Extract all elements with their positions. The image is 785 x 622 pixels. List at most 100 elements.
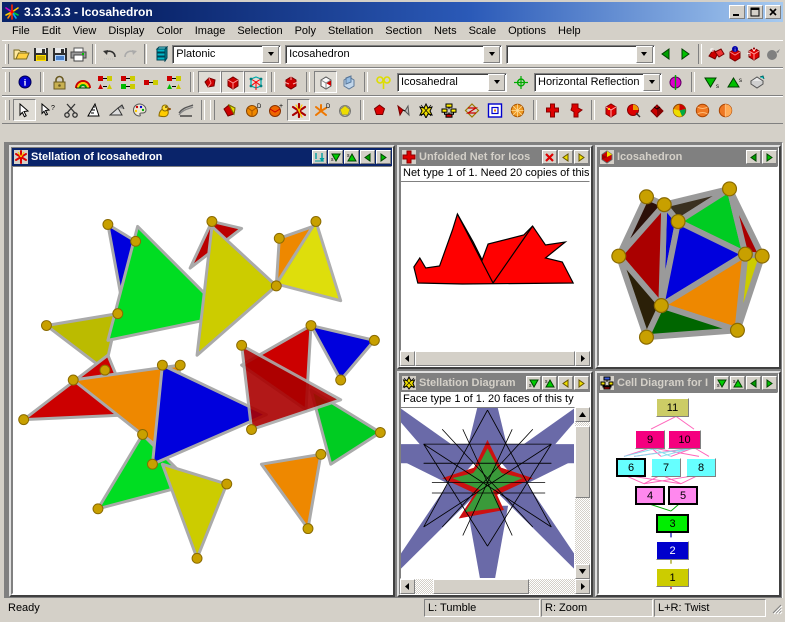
- scroll-thumb[interactable]: [433, 579, 529, 594]
- polyhedron-category-combo[interactable]: Platonic: [172, 44, 282, 64]
- close-button[interactable]: [765, 5, 781, 19]
- stellation-diagram-graphic[interactable]: [401, 408, 574, 578]
- green-down-triangle-s-icon[interactable]: s: [699, 71, 722, 93]
- next-model-button[interactable]: [676, 43, 695, 65]
- scissors-icon[interactable]: [59, 99, 82, 121]
- minimize-button[interactable]: [729, 5, 745, 19]
- color-map-1-icon[interactable]: [94, 71, 117, 93]
- vertex-figure-icon[interactable]: [391, 99, 414, 121]
- prev-button[interactable]: [360, 150, 375, 164]
- cell-diagram-panel[interactable]: Cell Diagram for I s s 11 9 10 6 7 8 4 5…: [595, 371, 781, 597]
- red-cell-icon[interactable]: [279, 71, 302, 93]
- prev-button[interactable]: [746, 376, 761, 390]
- stellation-viewport[interactable]: [12, 166, 392, 594]
- stellation-panel[interactable]: Stellation of Icosahedron s s: [9, 145, 395, 597]
- padlock-icon[interactable]: [48, 71, 71, 93]
- compound-button[interactable]: [745, 43, 764, 65]
- prev-poly-button[interactable]: [746, 150, 761, 164]
- stellation-diagram-panel[interactable]: Stellation Diagram s s Face type 1 of 1.…: [397, 371, 593, 597]
- blue-square-box-icon[interactable]: [483, 99, 506, 121]
- maximize-button[interactable]: [747, 5, 763, 19]
- paint-can-icon[interactable]: [745, 71, 768, 93]
- icosahedron-3d-model[interactable]: [599, 167, 777, 365]
- next-diagram-button[interactable]: [574, 376, 589, 390]
- stellation-diagram-horizontal-scrollbar[interactable]: [400, 579, 590, 594]
- cell-node[interactable]: 7: [651, 458, 681, 477]
- next-cell-button[interactable]: s: [344, 150, 359, 164]
- scroll-left-button[interactable]: [400, 579, 415, 594]
- cyan-wireframe-cube-icon[interactable]: [244, 71, 267, 93]
- menu-item-display[interactable]: Display: [102, 24, 150, 38]
- toolbar-grip[interactable]: [210, 100, 215, 120]
- orange-ball-icon[interactable]: [691, 99, 714, 121]
- orange-ball-2-icon[interactable]: [714, 99, 737, 121]
- cell-node[interactable]: 9: [635, 430, 665, 449]
- prev-cell-button[interactable]: s: [714, 376, 729, 390]
- yellow-facet-icon[interactable]: [333, 99, 356, 121]
- cell-node[interactable]: 4: [635, 486, 665, 505]
- yellow-symmetry-icon[interactable]: [372, 71, 395, 93]
- scroll-up-button[interactable]: [575, 407, 590, 422]
- reset-view-button[interactable]: [312, 150, 327, 164]
- menu-item-color[interactable]: Color: [150, 24, 188, 38]
- next-cell-button[interactable]: s: [730, 376, 745, 390]
- scroll-track[interactable]: [575, 422, 590, 564]
- next-poly-button[interactable]: [762, 150, 777, 164]
- cell-node[interactable]: 2: [656, 541, 689, 560]
- scroll-track[interactable]: [415, 351, 575, 366]
- chevron-down-icon[interactable]: [483, 45, 501, 63]
- cell-node[interactable]: 6: [616, 458, 646, 477]
- red-yellow-poly-icon[interactable]: [218, 99, 241, 121]
- orange-poly-plus-icon[interactable]: +: [264, 99, 287, 121]
- cell-node[interactable]: 10: [668, 430, 701, 449]
- menu-item-poly[interactable]: Poly: [289, 24, 322, 38]
- close-panel-button[interactable]: [542, 150, 557, 164]
- faceting-button[interactable]: [706, 43, 726, 65]
- red-blob-icon[interactable]: [198, 71, 221, 93]
- orange-star-d-icon[interactable]: D: [310, 99, 333, 121]
- info-button[interactable]: i: [13, 71, 36, 93]
- polyhedron-model-combo[interactable]: Icosahedron: [285, 44, 503, 64]
- icosahedron-viewport[interactable]: [598, 166, 778, 366]
- print-button[interactable]: [69, 43, 88, 65]
- red-cube-icon[interactable]: [221, 71, 244, 93]
- net-horizontal-scrollbar[interactable]: [400, 351, 590, 366]
- red-star-stellation-icon[interactable]: [287, 99, 310, 121]
- menu-item-view[interactable]: View: [67, 24, 103, 38]
- menu-item-nets[interactable]: Nets: [428, 24, 463, 38]
- scroll-down-button[interactable]: [575, 564, 590, 579]
- chevron-down-icon[interactable]: [262, 45, 280, 63]
- orange-sphere-icon[interactable]: [506, 99, 529, 121]
- cell-node[interactable]: 11: [656, 398, 689, 417]
- palette-icon[interactable]: [128, 99, 151, 121]
- arrow-cursor-icon[interactable]: [13, 99, 36, 121]
- cell-node[interactable]: 1: [656, 568, 689, 587]
- red-folding-net-icon[interactable]: [564, 99, 587, 121]
- prev-diagram-button[interactable]: [558, 376, 573, 390]
- red-orange-aug-icon[interactable]: [622, 99, 645, 121]
- base-model-combo[interactable]: [506, 44, 655, 64]
- menu-item-image[interactable]: Image: [189, 24, 232, 38]
- toolbar-grip[interactable]: [5, 100, 10, 120]
- icosahedron-panel[interactable]: Icosahedron: [595, 145, 781, 369]
- save-as-button[interactable]: [50, 43, 69, 65]
- duck-icon[interactable]: [151, 99, 174, 121]
- cell-node[interactable]: 8: [686, 458, 716, 477]
- chevron-down-icon[interactable]: [643, 73, 660, 91]
- menu-item-stellation[interactable]: Stellation: [322, 24, 379, 38]
- menu-item-scale[interactable]: Scale: [463, 24, 503, 38]
- reflection-type-combo[interactable]: Horizontal Reflection: [534, 72, 662, 92]
- white-red-cube-icon[interactable]: [314, 71, 337, 93]
- next-net-button[interactable]: [574, 150, 589, 164]
- undo-button[interactable]: [100, 43, 120, 65]
- color-map-4-icon[interactable]: [163, 71, 186, 93]
- cell-node[interactable]: 3: [656, 514, 689, 533]
- red-pentagon-icon[interactable]: [368, 99, 391, 121]
- save-button[interactable]: [31, 43, 50, 65]
- rainbow-icon[interactable]: [71, 71, 94, 93]
- menu-item-edit[interactable]: Edit: [36, 24, 67, 38]
- prev-model-button[interactable]: [657, 43, 676, 65]
- orange-poly-d-icon[interactable]: D: [241, 99, 264, 121]
- angle-icon[interactable]: [105, 99, 128, 121]
- menu-item-help[interactable]: Help: [552, 24, 587, 38]
